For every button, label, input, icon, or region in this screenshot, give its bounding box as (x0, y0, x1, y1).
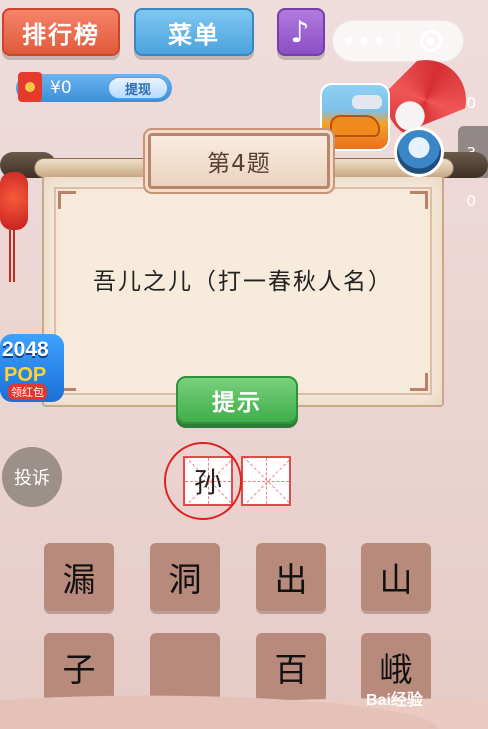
car-shape (352, 95, 382, 109)
corner-ornament (410, 191, 428, 209)
answer-char: 孙 (193, 466, 222, 499)
ball-game-ad-icon[interactable] (394, 127, 444, 177)
lantern-tassel (9, 230, 17, 282)
game-2048-ad[interactable]: 2048 POP 领红包 (0, 334, 64, 402)
more-options-button[interactable]: ••• (333, 29, 398, 53)
wallet-bar: ¥0 提现 (16, 72, 172, 102)
red-envelope-icon (18, 72, 42, 102)
car-shape (330, 115, 380, 137)
character-tile[interactable]: 出 (256, 543, 326, 611)
watermark: Bai经验 (366, 692, 423, 709)
racing-game-ad-icon[interactable] (320, 83, 390, 151)
answer-slot[interactable] (241, 456, 291, 506)
target-circle-icon (419, 30, 442, 52)
music-toggle-button[interactable]: ♪ (277, 8, 325, 56)
lantern-decoration (0, 172, 28, 230)
ad-red-packet-tag: 领红包 (8, 384, 47, 400)
side-count: 0 (466, 192, 476, 210)
level-title-plaque: 第4题 (148, 133, 330, 189)
wallet-balance: ¥0 (50, 78, 72, 98)
menu-button[interactable]: 菜单 (134, 8, 254, 56)
level-title: 第4题 (207, 151, 271, 177)
close-miniprogram-button[interactable] (399, 30, 464, 52)
withdraw-button[interactable]: 提现 (108, 77, 168, 99)
character-tile[interactable]: 山 (361, 543, 431, 611)
character-tile[interactable]: 漏 (44, 543, 114, 611)
riddle-question: 吾儿之儿（打一春秋人名） (93, 269, 393, 295)
grid-guide (243, 481, 289, 482)
ad-2048-number: 2048 (2, 338, 49, 361)
hint-button[interactable]: 提示 (176, 376, 298, 424)
side-count: 0 (466, 94, 476, 112)
music-note-icon: ♪ (290, 14, 312, 50)
corner-ornament (410, 373, 428, 391)
character-tile[interactable]: 洞 (150, 543, 220, 611)
miniprogram-capsule: ••• (332, 20, 464, 62)
leaderboard-button[interactable]: 排行榜 (2, 8, 120, 56)
report-button[interactable]: 投诉 (2, 447, 62, 507)
corner-ornament (58, 191, 76, 209)
